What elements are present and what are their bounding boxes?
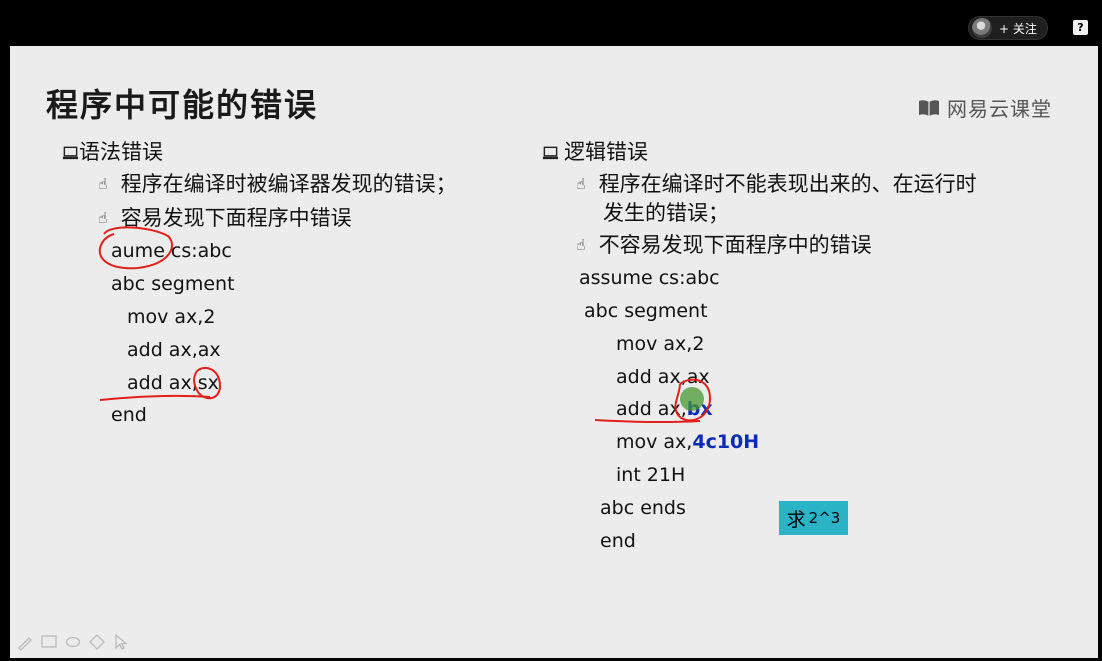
code-highlight: bx bbox=[686, 398, 713, 420]
right-bullet-1-text: 程序在编译时不能表现出来的、在运行时 bbox=[598, 172, 977, 196]
follow-button[interactable]: + 关注 bbox=[968, 16, 1048, 40]
ink-underline-left bbox=[99, 395, 211, 401]
right-code-line: add ax,bx bbox=[616, 398, 713, 420]
avatar bbox=[972, 18, 992, 38]
slide: 程序中可能的错误 网易云课堂 语法错误 ☝ 程序在编译时被编译器发现的错误； ☝… bbox=[10, 46, 1098, 658]
laptop-icon bbox=[62, 146, 79, 160]
right-heading-text: 逻辑错误 bbox=[564, 140, 648, 164]
left-code-line: abc segment bbox=[111, 273, 235, 295]
code-highlight: 4c10H bbox=[692, 431, 760, 453]
screen-icon[interactable] bbox=[40, 633, 58, 651]
left-bullet-1-text: 程序在编译时被编译器发现的错误； bbox=[120, 172, 457, 196]
left-bullet-1: ☝ 程序在编译时被编译器发现的错误； bbox=[92, 172, 457, 197]
ink-underline-right bbox=[594, 419, 701, 424]
pen-toolbar bbox=[16, 632, 130, 652]
pointer-hand-icon: ☝ bbox=[98, 175, 108, 193]
code-prefix: mov ax, bbox=[616, 431, 693, 453]
sticky-note: 求 2^3 bbox=[779, 501, 848, 535]
right-bullet-2: ☝ 不容易发现下面程序中的错误 bbox=[570, 233, 872, 258]
right-code-line: mov ax,4c10H bbox=[616, 431, 759, 453]
brand-name: 网易云课堂 bbox=[947, 97, 1052, 121]
eraser-icon[interactable] bbox=[64, 633, 82, 651]
left-code-line: aume cs:abc bbox=[111, 240, 232, 262]
note-main: 求 bbox=[786, 508, 806, 531]
follow-label: + 关注 bbox=[999, 21, 1037, 36]
left-code-line: add ax,ax bbox=[127, 339, 221, 361]
right-bullet-1: ☝ 程序在编译时不能表现出来的、在运行时 bbox=[570, 172, 977, 197]
slide-title: 程序中可能的错误 bbox=[46, 86, 319, 124]
right-code-line: int 21H bbox=[616, 464, 686, 486]
diamond-icon[interactable] bbox=[88, 633, 106, 651]
help-button[interactable]: ? bbox=[1073, 20, 1088, 35]
laptop-icon bbox=[542, 146, 559, 160]
left-code-line: add ax,sx bbox=[127, 372, 219, 394]
left-heading-text: 语法错误 bbox=[79, 140, 163, 164]
code-prefix: add ax, bbox=[616, 398, 687, 420]
right-code-line: abc ends bbox=[600, 497, 686, 519]
left-bullet-2-text: 容易发现下面程序中错误 bbox=[120, 206, 352, 230]
pen-icon[interactable] bbox=[16, 633, 34, 651]
right-code-line: assume cs:abc bbox=[579, 267, 720, 289]
book-icon bbox=[919, 99, 939, 116]
brand-logo: 网易云课堂 bbox=[918, 93, 1052, 122]
left-code-line: end bbox=[111, 404, 147, 426]
right-code-line: abc segment bbox=[584, 300, 708, 322]
left-bullet-2: ☝ 容易发现下面程序中错误 bbox=[92, 206, 352, 231]
right-code-line: mov ax,2 bbox=[616, 333, 705, 355]
note-sup: 2^3 bbox=[808, 509, 841, 527]
top-bar: + 关注 ? bbox=[0, 0, 1102, 44]
cursor-icon[interactable] bbox=[112, 633, 130, 651]
right-code-line: add ax,ax bbox=[616, 366, 710, 388]
pointer-hand-icon: ☝ bbox=[98, 209, 108, 227]
left-heading: 语法错误 bbox=[62, 140, 163, 165]
right-bullet-2-text: 不容易发现下面程序中的错误 bbox=[598, 233, 872, 257]
right-bullet-1-cont: 发生的错误； bbox=[603, 201, 729, 225]
left-code-line: mov ax,2 bbox=[127, 306, 216, 328]
right-heading: 逻辑错误 bbox=[542, 140, 648, 165]
pointer-hand-icon: ☝ bbox=[576, 236, 586, 254]
right-code-line: end bbox=[600, 530, 636, 552]
pointer-hand-icon: ☝ bbox=[576, 175, 586, 193]
